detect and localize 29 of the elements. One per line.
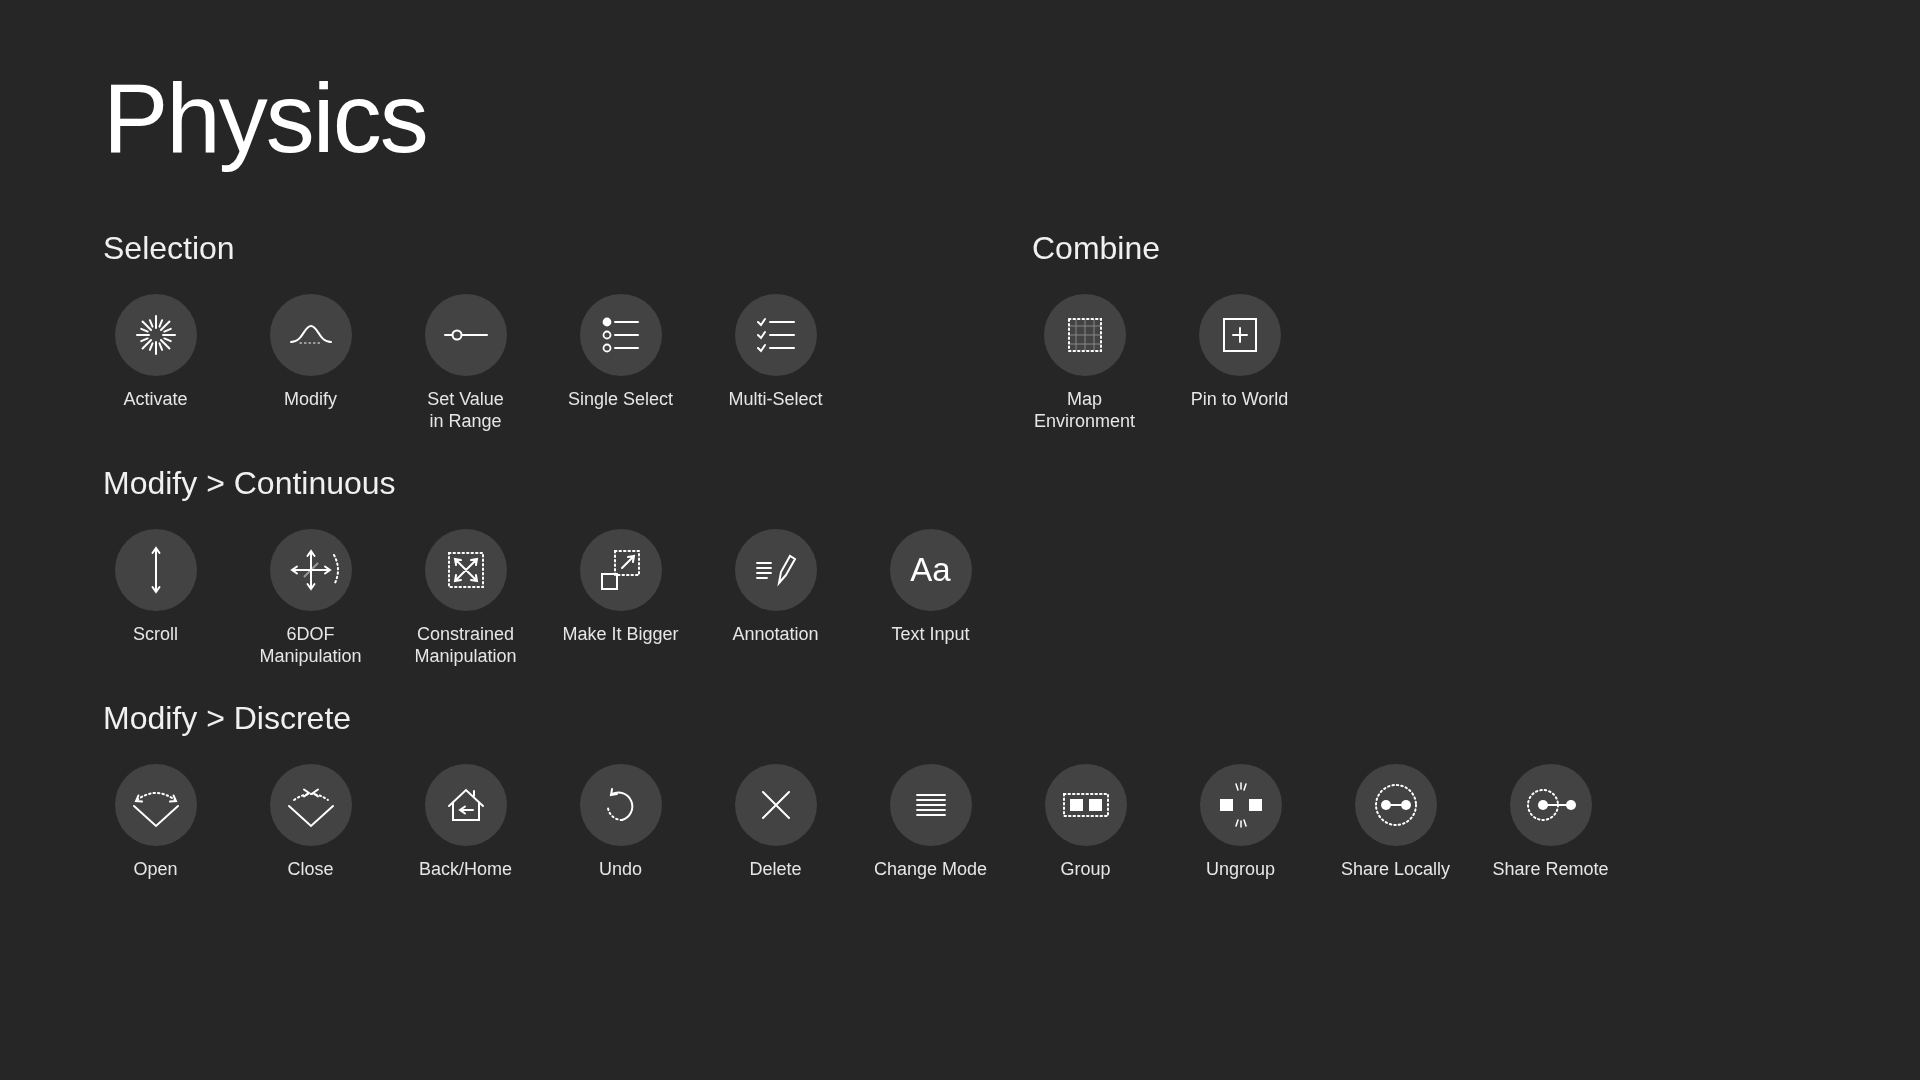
icon-label: Single Select [567,387,674,410]
icon-label: Group [1060,858,1111,881]
icon-label: Ungroup [1205,858,1275,881]
icon-label: Delete [749,858,802,881]
icon-label: Undo [599,858,642,881]
icon-label: Share Locally [1340,858,1451,881]
icon-label: Close [287,858,334,881]
icon-label: Annotation [732,623,819,646]
icon-label: 6DOF Manipulation [259,623,362,668]
icon-label: Text Input [891,623,970,646]
section-heading: Combine [1032,230,1162,266]
icon-label: Share Remote [1492,858,1609,881]
icon-label: Make It Bigger [562,623,679,646]
section-heading: Modify > Continuous [103,465,397,502]
glyph-text: Aa [910,551,951,590]
icon-label: Activate [123,387,188,410]
page-title: Physics [103,62,428,175]
icon-label: Multi-Select [728,387,823,410]
icon-label: Constrained Manipulation [414,623,517,668]
icon-label: Pin to World [1190,387,1289,410]
icon-label: Scroll [133,623,178,646]
section-heading: Modify > Discrete [103,701,353,737]
icon-label: Back/Home [418,858,512,881]
icon-label: Map Environment [1033,387,1136,432]
icon-label: Set Value in Range [427,387,504,432]
icon-label: Open [133,858,178,881]
section-heading: Selection [103,230,236,266]
icon-label: Modify [284,387,337,410]
icon-label: Change Mode [873,858,988,881]
